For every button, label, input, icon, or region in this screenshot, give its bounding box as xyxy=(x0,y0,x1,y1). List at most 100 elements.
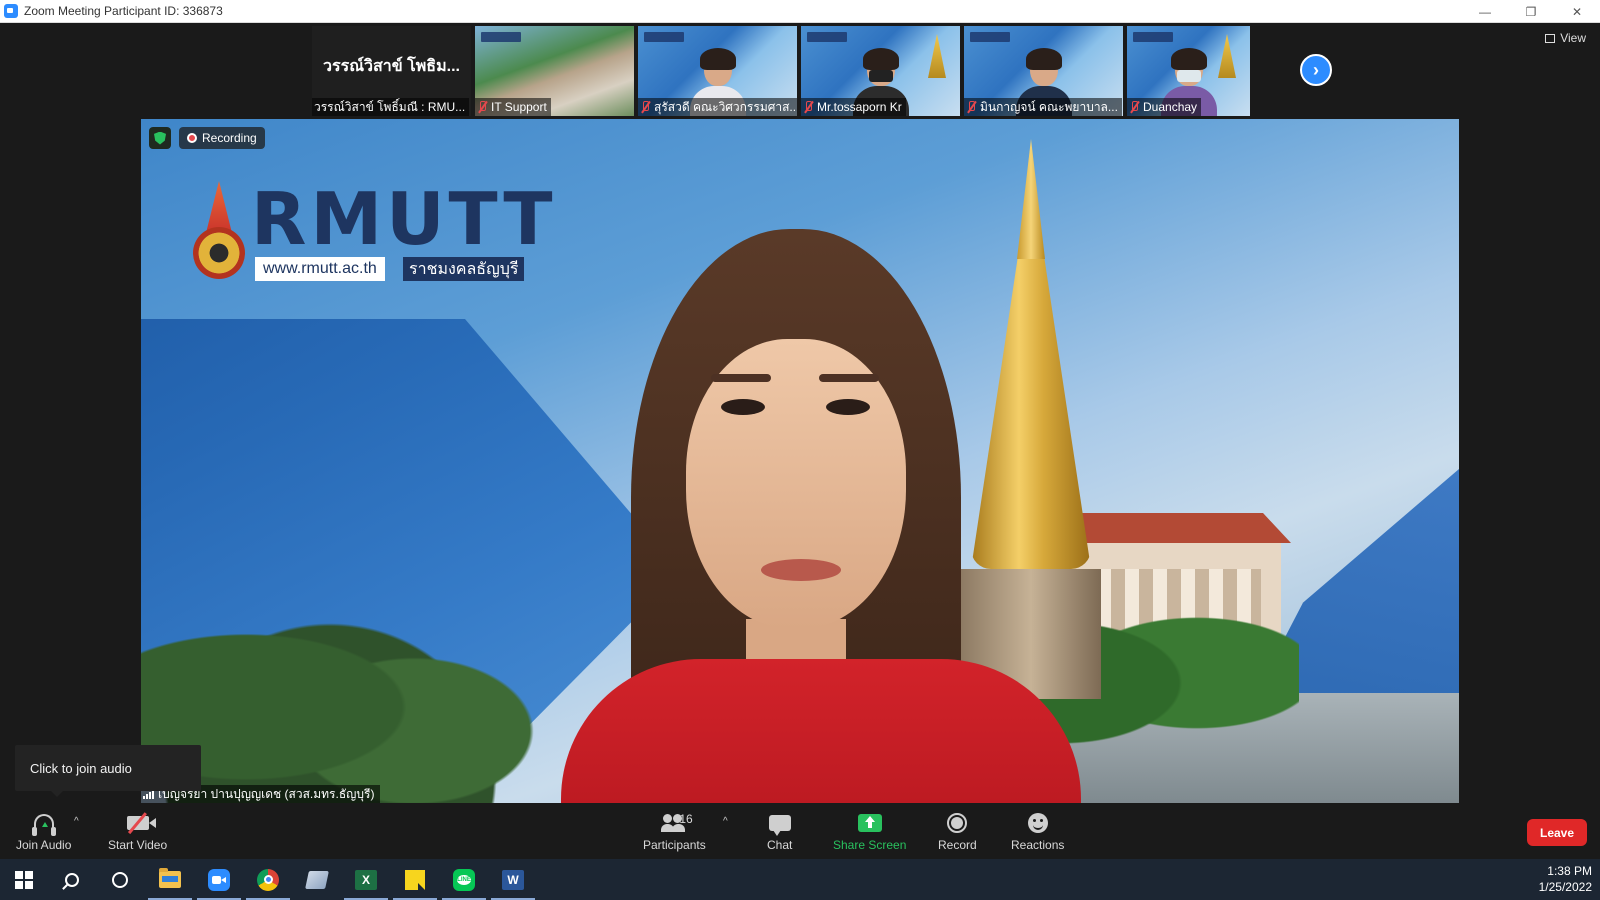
record-dot-icon xyxy=(187,133,197,143)
chat-bubble-icon xyxy=(768,815,791,836)
participant-name: มินกาญจน์ คณะพยาบาล... xyxy=(980,99,1118,114)
participant-name: สุรัสวดี คณะวิศวกรรมศาส... xyxy=(654,99,797,114)
participants-button[interactable]: 16 Participants xyxy=(643,810,706,852)
chat-label: Chat xyxy=(767,838,793,852)
view-button[interactable]: View xyxy=(1545,31,1586,45)
participant-name: IT Support xyxy=(491,100,547,114)
rmutt-logo: RMUTT www.rmutt.ac.th ราชมงคลธัญบุรี xyxy=(191,181,552,291)
chat-button[interactable]: Chat xyxy=(767,810,792,852)
clock-date: 1/25/2022 xyxy=(1538,880,1592,894)
record-label: Record xyxy=(938,838,977,852)
taskbar-sticky-notes[interactable] xyxy=(391,859,439,900)
participant-big-name: วรรณ์วิสาข์ โพธิม... xyxy=(323,57,460,75)
speaker-person xyxy=(561,229,1081,803)
participants-options-caret[interactable]: ^ xyxy=(723,816,728,827)
muted-mic-icon xyxy=(803,101,813,113)
rmutt-logo-mini xyxy=(644,32,684,42)
sticky-notes-icon xyxy=(405,869,425,890)
reader-book-icon xyxy=(305,870,329,889)
rmutt-logo-mini xyxy=(1133,32,1173,42)
file-explorer-icon xyxy=(159,868,181,888)
headphone-icon xyxy=(31,814,56,836)
reactions-label: Reactions xyxy=(1011,838,1065,852)
window-title: Zoom Meeting Participant ID: 336873 xyxy=(24,4,223,18)
leave-button[interactable]: Leave xyxy=(1527,819,1587,846)
start-button[interactable] xyxy=(0,859,48,900)
encryption-shield-icon[interactable] xyxy=(149,127,171,149)
join-audio-button[interactable]: Join Audio xyxy=(16,810,71,852)
audio-options-caret[interactable]: ^ xyxy=(74,816,79,827)
participant-name: Duanchay xyxy=(1143,100,1198,114)
next-participants-button[interactable]: › xyxy=(1300,54,1332,86)
rmutt-logo-text: RMUTT xyxy=(251,177,557,261)
clock-time: 1:38 PM xyxy=(1547,864,1592,878)
windows-logo-icon xyxy=(15,870,33,889)
recording-label: Recording xyxy=(202,131,257,145)
meeting-area: วรรณ์วิสาข์ โพธิม... วรรณ์วิสาข์ โพธิ์มณ… xyxy=(0,23,1600,806)
share-screen-button[interactable]: Share Screen xyxy=(833,810,906,852)
recording-indicator: Recording xyxy=(149,127,265,149)
grid-view-icon xyxy=(1545,33,1556,43)
participant-thumbnail[interactable]: Mr.tossaporn Kr xyxy=(801,26,960,116)
excel-icon: X xyxy=(355,869,377,890)
share-screen-label: Share Screen xyxy=(833,838,907,852)
window-controls: — ❐ ✕ xyxy=(1462,0,1600,23)
close-button[interactable]: ✕ xyxy=(1554,0,1600,23)
muted-mic-icon xyxy=(1129,101,1139,113)
muted-mic-icon xyxy=(966,101,976,113)
participant-thumbnail[interactable]: มินกาญจน์ คณะพยาบาล... xyxy=(964,26,1123,116)
active-speaker-video: RMUTT www.rmutt.ac.th ราชมงคลธัญบุรี Rec… xyxy=(141,119,1459,803)
participant-label: Mr.tossaporn Kr xyxy=(801,98,906,116)
participant-label: มินกาญจน์ คณะพยาบาล... xyxy=(964,98,1122,116)
university-seal-icon xyxy=(191,181,247,281)
participant-thumbnail[interactable]: วรรณ์วิสาข์ โพธิม... วรรณ์วิสาข์ โพธิ์มณ… xyxy=(312,26,471,116)
reactions-button[interactable]: Reactions xyxy=(1011,810,1064,852)
search-icon xyxy=(65,872,79,887)
taskbar-excel[interactable]: X xyxy=(342,859,390,900)
chrome-icon xyxy=(257,868,279,891)
taskbar-zoom[interactable] xyxy=(195,859,243,900)
rmutt-logo-mini xyxy=(807,32,847,42)
taskbar-reader[interactable] xyxy=(293,859,341,900)
participant-thumbnail[interactable]: สุรัสวดี คณะวิศวกรรมศาส... xyxy=(638,26,797,116)
record-button[interactable]: Record xyxy=(938,810,977,852)
taskbar-search-button[interactable] xyxy=(48,859,96,900)
rmutt-thai-name: ราชมงคลธัญบุรี xyxy=(403,257,525,281)
muted-mic-icon xyxy=(477,101,487,113)
participant-name: วรรณ์วิสาข์ โพธิ์มณี : RMU... xyxy=(314,99,466,114)
join-audio-label: Join Audio xyxy=(16,838,72,852)
taskbar-word[interactable]: W xyxy=(489,859,537,900)
meeting-toolbar: Join Audio ^ Start Video 16 Participants… xyxy=(0,806,1600,859)
zoom-app-icon xyxy=(4,4,18,18)
participant-label: Duanchay xyxy=(1127,98,1202,116)
recording-badge[interactable]: Recording xyxy=(179,127,265,149)
taskbar-line[interactable]: LINE xyxy=(440,859,488,900)
line-app-icon: LINE xyxy=(453,868,475,891)
system-clock[interactable]: 1:38 PM 1/25/2022 xyxy=(1539,863,1592,895)
participant-name: Mr.tossaporn Kr xyxy=(817,100,902,114)
muted-mic-icon xyxy=(640,101,650,113)
windows-taskbar: X LINE W 1:38 PM 1/25/2022 xyxy=(0,859,1600,900)
participants-count: 16 xyxy=(679,812,693,826)
participant-label: สุรัสวดี คณะวิศวกรรมศาส... xyxy=(638,98,797,116)
share-screen-icon xyxy=(857,814,882,832)
restore-button[interactable]: ❐ xyxy=(1508,0,1554,23)
participant-thumbnail[interactable]: IT Support xyxy=(475,26,634,116)
word-icon: W xyxy=(502,869,524,890)
taskbar-chrome[interactable] xyxy=(244,859,292,900)
view-label: View xyxy=(1560,31,1586,45)
rmutt-logo-mini xyxy=(970,32,1010,42)
participant-label: วรรณ์วิสาข์ โพธิ์มณี : RMU... xyxy=(312,98,470,116)
smiley-icon xyxy=(1027,813,1048,833)
minimize-button[interactable]: — xyxy=(1462,0,1508,23)
participant-thumbnail[interactable]: Duanchay xyxy=(1127,26,1250,116)
rmutt-url: www.rmutt.ac.th xyxy=(255,257,385,281)
task-view-button[interactable] xyxy=(96,859,144,900)
taskbar-file-explorer[interactable] xyxy=(146,859,194,900)
participants-label: Participants xyxy=(643,838,706,852)
cortana-circle-icon xyxy=(112,871,128,888)
participant-label: IT Support xyxy=(475,98,551,116)
start-video-button[interactable]: Start Video xyxy=(108,810,167,852)
window-title-bar: Zoom Meeting Participant ID: 336873 — ❐ … xyxy=(0,0,1600,23)
video-off-icon xyxy=(126,816,149,830)
